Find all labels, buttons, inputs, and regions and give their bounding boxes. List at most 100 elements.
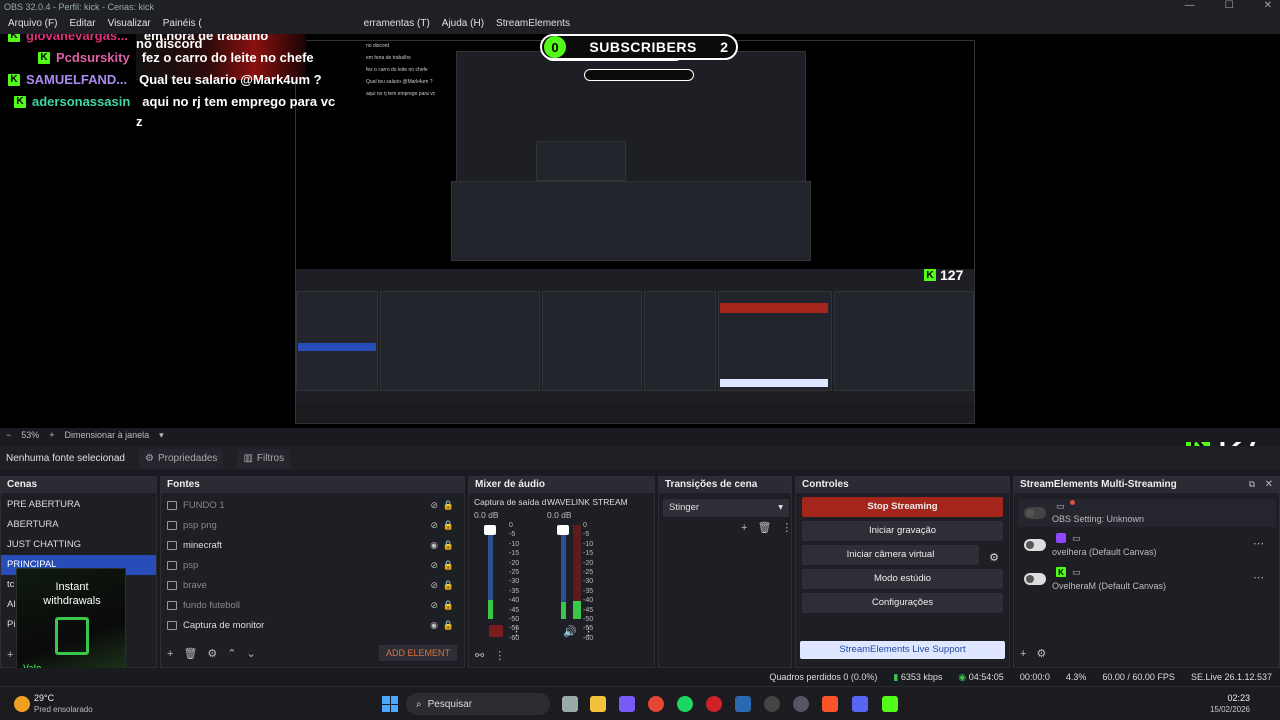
lock-icon[interactable]: 🔒 bbox=[443, 500, 454, 511]
settings-button[interactable]: Configurações bbox=[802, 593, 1003, 613]
add-icon[interactable]: + bbox=[1020, 648, 1026, 660]
scene-item[interactable]: ABERTURA bbox=[1, 515, 156, 535]
volume-slider-handle[interactable] bbox=[557, 525, 569, 535]
steam-icon[interactable] bbox=[735, 696, 751, 712]
gear-icon[interactable]: ⚙ bbox=[1036, 647, 1046, 660]
close-icon[interactable]: ✕ bbox=[1264, 0, 1272, 14]
scenes-title: Cenas bbox=[1, 477, 156, 493]
more-icon[interactable]: ⋯ bbox=[1253, 571, 1264, 584]
mute-icon[interactable] bbox=[489, 625, 503, 637]
source-item[interactable]: psp png ⊘ 🔒 bbox=[161, 515, 464, 535]
trash-icon[interactable]: 🗑 bbox=[757, 521, 771, 534]
eye-hidden-icon[interactable]: ⊘ bbox=[430, 500, 438, 511]
task-view-icon[interactable] bbox=[562, 696, 578, 712]
lock-icon[interactable]: 🔒 bbox=[443, 560, 454, 571]
more-icon[interactable]: ⋯ bbox=[1253, 537, 1264, 550]
preview-canvas[interactable]: no discord em hora de trabalho fez o car… bbox=[0, 34, 1280, 428]
weather-icon[interactable] bbox=[14, 696, 30, 712]
kebab-icon[interactable]: ⋮ bbox=[583, 625, 594, 638]
eye-icon[interactable]: ◉ bbox=[430, 620, 438, 631]
filters-button[interactable]: ▥ Filtros bbox=[237, 448, 291, 468]
zoom-out-button[interactable]: − bbox=[6, 430, 11, 440]
stream-toggle[interactable] bbox=[1024, 539, 1046, 551]
studio-mode-button[interactable]: Modo estúdio bbox=[802, 569, 1003, 589]
trash-icon[interactable]: 🗑 bbox=[183, 647, 197, 660]
add-icon[interactable]: + bbox=[741, 522, 747, 534]
chevron-up-icon[interactable]: ⌃ bbox=[227, 647, 236, 660]
speaker-icon[interactable]: 🔊 bbox=[563, 625, 577, 638]
multistreaming-dock: StreamElements Multi-Streaming ⧉ ✕ ▭ OBS… bbox=[1013, 476, 1280, 668]
scene-item[interactable]: JUST CHATTING bbox=[1, 535, 156, 555]
kick-app-icon[interactable] bbox=[882, 696, 898, 712]
brave-icon[interactable] bbox=[822, 696, 838, 712]
spotify-icon[interactable] bbox=[677, 696, 693, 712]
lock-icon[interactable]: 🔒 bbox=[443, 620, 454, 631]
chat-user: giovanevargas... bbox=[26, 34, 128, 43]
opera-icon[interactable] bbox=[706, 696, 722, 712]
gear-icon[interactable]: ⚙ bbox=[207, 647, 217, 660]
source-item[interactable]: brave ⊘ 🔒 bbox=[161, 575, 464, 595]
menu-file[interactable]: Arquivo (F) bbox=[4, 14, 61, 34]
stream-toggle[interactable] bbox=[1024, 507, 1046, 519]
properties-button[interactable]: ⚙ Propriedades bbox=[138, 448, 224, 468]
menu-docks[interactable]: Painéis ( bbox=[159, 14, 206, 34]
chevron-down-icon[interactable]: ▾ bbox=[159, 430, 164, 441]
menu-streamelements[interactable]: StreamElements bbox=[492, 14, 574, 34]
zoom-in-button[interactable]: + bbox=[49, 430, 54, 440]
stream-toggle[interactable] bbox=[1024, 573, 1046, 585]
volume-slider-handle[interactable] bbox=[484, 525, 496, 535]
fit-to-window[interactable]: Dimensionar à janela bbox=[65, 430, 150, 440]
kick-badge-icon: K bbox=[8, 73, 20, 86]
app-version: SE.Live 26.1.12.537 bbox=[1190, 672, 1272, 682]
add-element-button[interactable]: ADD ELEMENT bbox=[379, 645, 457, 661]
menu-view[interactable]: Visualizar bbox=[104, 14, 155, 34]
source-item[interactable]: psp ⊘ 🔒 bbox=[161, 555, 464, 575]
meter-tick: -10 bbox=[509, 540, 520, 548]
add-scene-button[interactable]: + bbox=[7, 649, 13, 661]
monitor-icon bbox=[167, 620, 177, 630]
chat-text: aqui no rj tem emprego para vc bbox=[142, 94, 336, 109]
discord-icon[interactable] bbox=[852, 696, 868, 712]
chevron-down-icon[interactable]: ⌄ bbox=[247, 647, 256, 660]
source-item[interactable]: Captura de monitor ◉ 🔒 bbox=[161, 615, 464, 635]
virtual-camera-button[interactable]: Iniciar câmera virtual bbox=[802, 545, 979, 565]
source-item[interactable]: FUNDO 1 ⊘ 🔒 bbox=[161, 495, 464, 515]
minimize-icon[interactable]: — bbox=[1185, 0, 1195, 14]
lock-icon[interactable]: 🔒 bbox=[443, 600, 454, 611]
windows-start-icon[interactable] bbox=[382, 696, 398, 712]
scene-item[interactable]: PRE ABERTURA bbox=[1, 495, 156, 515]
chrome-icon[interactable] bbox=[648, 696, 664, 712]
eye-hidden-icon[interactable]: ⊘ bbox=[430, 600, 438, 611]
chat-text: Qual teu salario @Mark4um ? bbox=[139, 72, 322, 87]
start-recording-button[interactable]: Iniciar gravação bbox=[802, 521, 1003, 541]
maximize-icon[interactable]: ☐ bbox=[1225, 0, 1234, 14]
eye-hidden-icon[interactable]: ⊘ bbox=[430, 580, 438, 591]
eye-hidden-icon[interactable]: ⊘ bbox=[430, 520, 438, 531]
taskbar-search[interactable]: ⌕ Pesquisar bbox=[406, 693, 550, 715]
app-icon[interactable] bbox=[619, 696, 635, 712]
eye-icon[interactable]: ◉ bbox=[430, 540, 438, 551]
eye-hidden-icon[interactable]: ⊘ bbox=[430, 560, 438, 571]
mixer-settings-icon[interactable]: ⚯ bbox=[475, 649, 484, 662]
file-explorer-icon[interactable] bbox=[590, 696, 606, 712]
kebab-icon[interactable]: ⋮ bbox=[511, 625, 522, 638]
popout-icon[interactable]: ⧉ bbox=[1249, 479, 1255, 490]
lock-icon[interactable]: 🔒 bbox=[443, 520, 454, 531]
source-item[interactable]: minecraft ◉ 🔒 bbox=[161, 535, 464, 555]
add-source-icon[interactable]: + bbox=[167, 648, 173, 660]
close-icon[interactable]: ✕ bbox=[1265, 479, 1273, 490]
stop-streaming-button[interactable]: Stop Streaming bbox=[802, 497, 1003, 517]
lock-icon[interactable]: 🔒 bbox=[443, 580, 454, 591]
menu-edit[interactable]: Editar bbox=[65, 14, 99, 34]
gear-icon[interactable]: ⚙ bbox=[989, 551, 999, 564]
menu-help[interactable]: Ajuda (H) bbox=[438, 14, 488, 34]
menu-tools[interactable]: erramentas (T) bbox=[360, 14, 434, 34]
obs-icon[interactable] bbox=[764, 696, 780, 712]
lock-icon[interactable]: 🔒 bbox=[443, 540, 454, 551]
transition-select[interactable]: Stinger ▾ bbox=[663, 499, 789, 517]
live-support-button[interactable]: StreamElements Live Support bbox=[800, 641, 1005, 659]
kebab-icon[interactable]: ⋮ bbox=[494, 649, 505, 662]
source-item[interactable]: fundo futeboll ⊘ 🔒 bbox=[161, 595, 464, 615]
kebab-icon[interactable]: ⋮ bbox=[781, 521, 792, 534]
app-icon[interactable] bbox=[793, 696, 809, 712]
